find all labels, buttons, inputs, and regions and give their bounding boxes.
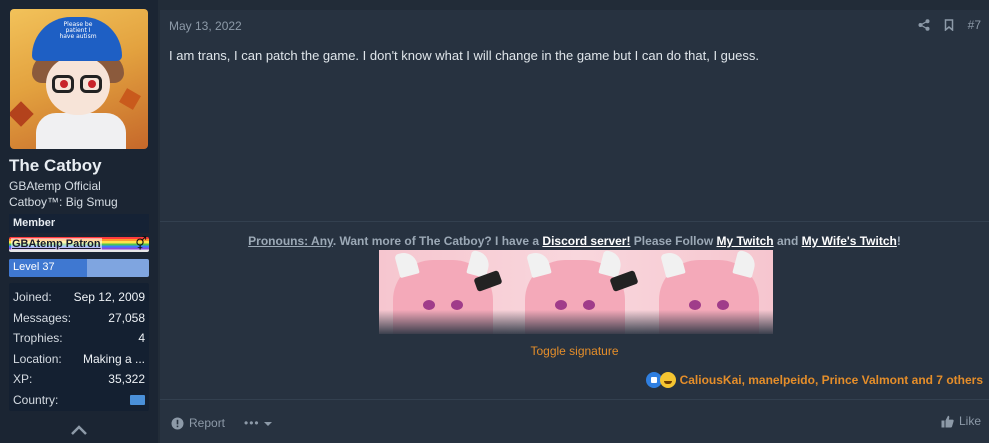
twitch-link[interactable]: My Twitch	[717, 234, 774, 248]
bookmark-icon[interactable]	[944, 19, 954, 31]
stat-messages[interactable]: Messages: 27,058	[13, 308, 145, 329]
username[interactable]: The Catboy	[9, 156, 102, 176]
user-stats: Joined: Sep 12, 2009 Messages: 27,058 Tr…	[9, 283, 149, 411]
more-options-button[interactable]: •••	[244, 416, 272, 430]
reactions-summary[interactable]: CaliousKai, manelpeido, Prince Valmont a…	[645, 372, 983, 388]
gender-icon: ⚥	[135, 236, 147, 251]
stat-location[interactable]: Location: Making a ...	[13, 349, 145, 370]
stat-trophies[interactable]: Trophies: 4	[13, 328, 145, 349]
stat-xp: XP: 35,322	[13, 372, 145, 386]
patron-banner: GBAtemp Patron ⚥	[9, 236, 149, 252]
stat-joined: Joined: Sep 12, 2009	[13, 290, 145, 304]
message-panel: May 13, 2022 #7 I am trans, I can patch …	[160, 10, 989, 443]
post-actions: #7	[918, 18, 981, 32]
signature-banner-image	[379, 250, 773, 334]
report-label: Report	[189, 416, 226, 430]
like-button[interactable]: Like	[941, 414, 981, 428]
like-label: Like	[958, 414, 981, 428]
autumn-leaf-icon	[119, 88, 141, 110]
signature-divider	[160, 221, 989, 222]
chevron-down-icon	[263, 421, 272, 426]
post-number-link[interactable]: #7	[968, 18, 981, 32]
user-title: GBAtemp Official Catboy™: Big Smug	[9, 179, 118, 209]
country-flag-icon	[130, 394, 145, 405]
user-sidebar: Please be patient I have autism The Catb…	[0, 0, 158, 443]
post-date[interactable]: May 13, 2022	[169, 19, 242, 33]
thumbs-up-icon	[941, 415, 954, 427]
pronouns-link[interactable]: Pronouns: Any	[248, 234, 333, 248]
member-banner: Member	[9, 214, 149, 233]
stat-country: Country:	[13, 390, 145, 411]
share-icon[interactable]	[918, 19, 930, 31]
patron-banner-label: GBAtemp Patron	[11, 238, 102, 250]
level-progress-bar: Level 37	[9, 259, 149, 277]
warning-circle-icon	[171, 417, 184, 429]
toggle-signature-link[interactable]: Toggle signature	[160, 344, 989, 358]
user-avatar[interactable]: Please be patient I have autism	[10, 9, 148, 149]
footer-divider	[160, 399, 989, 400]
collapse-chevron-up-icon[interactable]	[69, 423, 89, 437]
signature-text: Pronouns: Any. Want more of The Catboy? …	[248, 234, 901, 248]
discord-link[interactable]: Discord server!	[542, 234, 630, 248]
post-body: I am trans, I can patch the game. I don'…	[169, 48, 759, 63]
reaction-users[interactable]: CaliousKai, manelpeido, Prince Valmont a…	[680, 373, 983, 387]
autumn-leaf-icon	[10, 101, 34, 127]
level-label: Level 37	[13, 261, 55, 273]
haha-reaction-icon	[659, 372, 676, 388]
wife-twitch-link[interactable]: My Wife's Twitch	[802, 234, 897, 248]
avatar-cap-text: Please be patient I have autism	[59, 21, 97, 40]
report-button[interactable]: Report	[171, 416, 225, 430]
